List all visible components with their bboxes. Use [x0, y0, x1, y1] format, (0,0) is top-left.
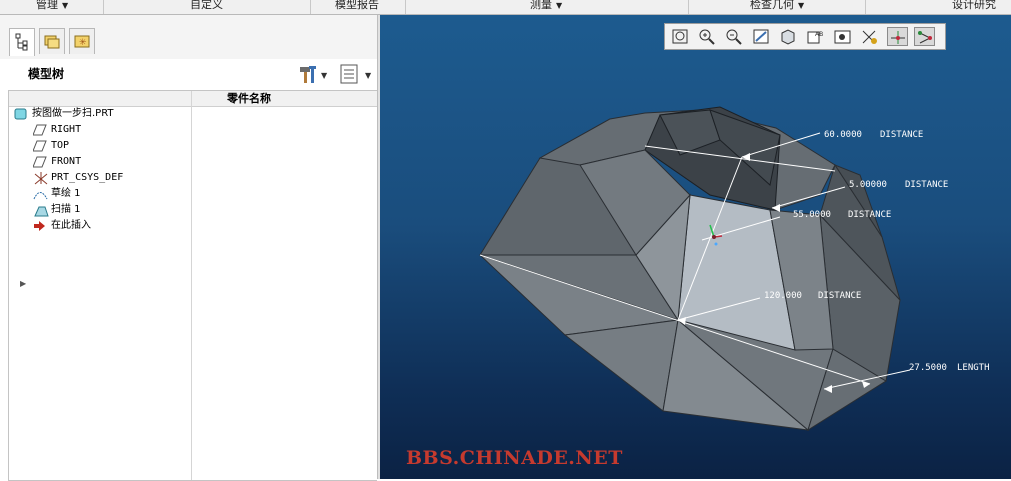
view-manager-button[interactable] — [832, 27, 853, 46]
dimension-27-value[interactable]: 27.5000 — [909, 363, 947, 373]
svg-text:▼: ▼ — [365, 71, 372, 80]
saved-views-icon: AB — [807, 31, 823, 44]
coordinate-system-icon — [34, 172, 48, 185]
svg-text:✳: ✳ — [79, 38, 87, 48]
view-toolbar: AB — [664, 23, 946, 50]
model-tree-header: 模型树 ▼ ▼ — [8, 59, 378, 89]
part-icon — [14, 108, 27, 120]
watermark-text: BBS.CHINADE.NET — [406, 447, 623, 469]
zoom-in-icon — [699, 29, 715, 45]
graphics-viewport[interactable]: 60.0000 DISTANCE 5.00000 DISTANCE 55.000… — [380, 15, 1011, 479]
spin-center-button[interactable] — [887, 27, 908, 46]
dimension-55-type: DISTANCE — [848, 210, 891, 220]
navigator-panel: ✳ 模型树 ▼ ▼ 零件名称 按图做一步扫.PRT RIGHT TOP FRON… — [0, 15, 378, 481]
model-tree-title: 模型树 — [28, 67, 65, 81]
insert-here-arrow-icon — [34, 221, 45, 231]
column-divider[interactable] — [191, 91, 192, 480]
navigator-tabs: ✳ — [0, 15, 378, 59]
svg-text:▼: ▼ — [321, 71, 328, 80]
folder-browser-icon — [44, 35, 60, 49]
annotation-display-button[interactable] — [914, 27, 935, 46]
model-tree: 零件名称 按图做一步扫.PRT RIGHT TOP FRONT PRT_CSYS… — [8, 90, 377, 481]
tab-favorites[interactable]: ✳ — [69, 28, 95, 54]
dimension-55-value[interactable]: 55.0000 — [793, 210, 831, 220]
datum-plane-icon — [33, 124, 47, 136]
group-measure[interactable]: 测量 ▼ — [530, 0, 562, 14]
refit-icon — [672, 29, 688, 44]
list-settings-icon: ▼ — [340, 64, 372, 84]
group-inspect-geometry[interactable]: 检查几何 ▼ — [750, 0, 804, 14]
tab-folder-browser[interactable] — [39, 28, 65, 54]
group-design-study[interactable]: 设计研究 — [952, 0, 996, 14]
tab-model-tree[interactable] — [9, 28, 35, 56]
ribbon-group-bar: 管理 ▼ 自定义 模型报告 测量 ▼ 检查几何 ▼ 设计研究 — [0, 0, 1011, 15]
model-tree-icon — [15, 33, 28, 51]
sketch-icon — [33, 192, 48, 200]
model-3d-view[interactable]: 60.0000 DISTANCE 5.00000 DISTANCE 55.000… — [380, 15, 1011, 479]
tree-expander-icon[interactable]: ▶ — [20, 279, 26, 288]
column-part-name[interactable]: 零件名称 — [227, 91, 271, 106]
group-customize[interactable]: 自定义 — [190, 0, 223, 14]
annotation-display-icon — [918, 31, 932, 44]
svg-text:AB: AB — [815, 31, 823, 38]
datum-display-icon — [862, 30, 877, 44]
spin-center-icon — [891, 31, 905, 44]
dimension-120-type: DISTANCE — [818, 291, 861, 301]
refit-button[interactable] — [670, 27, 691, 46]
sweep-icon — [34, 206, 49, 217]
favorites-icon: ✳ — [74, 35, 90, 48]
view-manager-icon — [834, 30, 851, 44]
tree-column-header: 零件名称 — [9, 91, 377, 107]
group-manage[interactable]: 管理 ▼ — [36, 0, 68, 14]
tree-show-button[interactable]: ▼ — [338, 63, 378, 85]
repaint-icon — [753, 29, 769, 44]
dimension-5-value[interactable]: 5.00000 — [849, 180, 887, 190]
hammer-icon: ▼ — [300, 66, 328, 83]
dimension-120-value[interactable]: 120.000 — [764, 291, 802, 301]
zoom-in-button[interactable] — [697, 27, 718, 46]
display-style-icon — [781, 29, 795, 45]
zoom-out-icon — [726, 29, 742, 45]
zoom-out-button[interactable] — [724, 27, 745, 46]
dimension-27-type: LENGTH — [957, 363, 990, 373]
datum-plane-icon — [33, 140, 47, 152]
dimension-5-type: DISTANCE — [905, 180, 948, 190]
tree-settings-button[interactable]: ▼ — [296, 63, 330, 85]
display-style-button[interactable] — [778, 27, 799, 46]
datum-display-button[interactable] — [859, 27, 880, 46]
dimension-60-type: DISTANCE — [880, 130, 923, 140]
group-model-report[interactable]: 模型报告 — [335, 0, 379, 14]
repaint-button[interactable] — [751, 27, 772, 46]
dimension-60-value[interactable]: 60.0000 — [824, 130, 862, 140]
datum-plane-icon — [33, 156, 47, 168]
saved-views-button[interactable]: AB — [805, 27, 826, 46]
